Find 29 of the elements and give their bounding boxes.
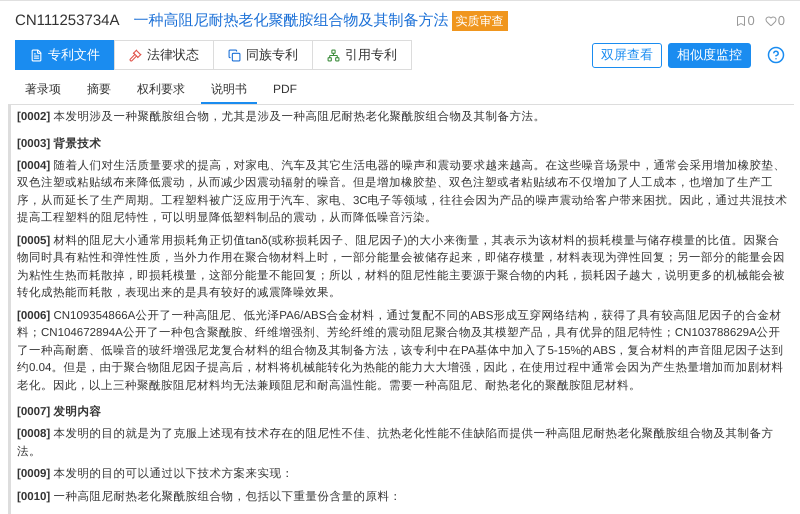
paragraph: [0006] CN109354866A公开了一种高阻尼、低光泽PA6/ABS合金材料，通过复配不同的ABS形成互穿网络结构，获得了具有较高阻尼因子的合金材料；CN104672894A公开了一种包含聚酰胺、纤维增强剂、芳纶纤维的震动阻尼聚合物及其模塑产品，具有优异的阻尼特性；CN103788629A公开了一种高耐磨、低噪音的玻纤增强尼龙复合材料的组合物及其制备方法，该专利中在PA基体中加入了5-15%的ABS，复合材料的声音阻尼因子达到约0.04。但是，由于聚合物阻尼因子提高后，材料将机械能转化为热能的能力大大增强，因此，在使用过程中通常会因为产生热量增加而加剧材料老化。因此，以上三种聚酰胺阻尼材料均无法兼顾阻尼和耐高温性能。需要一种高阻尼、耐热老化的聚酰胺阻尼材料。: [17, 308, 785, 394]
section-tab[interactable]: 著录项: [15, 76, 71, 104]
patent-title: 一种高阻尼耐热老化聚酰胺组合物及其制备方法: [134, 10, 449, 31]
paragraph: [0010] 一种高阻尼耐热老化聚酰胺组合物，包括以下重量份含量的原料：: [17, 489, 402, 504]
section-heading: [0007] 发明内容: [17, 404, 102, 420]
bookmark-count: 0: [748, 12, 755, 30]
section-tab[interactable]: PDF: [263, 76, 307, 104]
main-tab[interactable]: 引用专利: [312, 40, 412, 70]
paragraph: [0009] 本发明的目的可以通过以下技术方案来实现：: [17, 466, 294, 482]
document-icon: [30, 48, 43, 62]
bookmark-icon[interactable]: [734, 15, 747, 27]
heart-icon[interactable]: [764, 15, 777, 27]
hierarchy-icon: [327, 48, 340, 62]
patent-number: CN111253734A: [15, 10, 120, 31]
main-tab[interactable]: 法律状态: [114, 40, 214, 70]
paragraph: [0005] 材料的阻尼大小通常用损耗角正切值tanδ(或称损耗因子、阻尼因子)的大小来衡量，其表示为该材料的损耗模量与储存模量的比值。因聚合物同时具有粘性和弹性性质，当外力作用在聚合物材料上时，一部分能量会被储存起来，即储存模量，材料表现为弹性回复；另一部分的能量会因为粘性生热而耗散掉，即损耗模量，这部分能量不能回复；所以，材料的阻尼性能主要源于聚合物的内耗，损耗因子越大，说明更多的机械能会被转化成热能而耗散，表现出来的是具有较好的减震降噪效果。: [17, 233, 786, 301]
section-tab[interactable]: 权利要求: [127, 76, 195, 104]
section-heading: [0003] 背景技术: [17, 136, 102, 152]
paragraph: [0002] 本发明涉及一种聚酰胺组合物，尤其是涉及一种高阻尼耐热老化聚酰胺组合物及其制备方法。: [17, 109, 546, 125]
main-tab[interactable]: 同族专利: [213, 40, 313, 70]
paragraph: [0004] 随着人们对生活质量要求的提高，对家电、汽车及其它生活电器的噪声和震动要求越来越高。在这些噪音场景中，通常会采用增加橡胶垫、双色注塑或粘贴绒布来降低震动，从而减少因震动辐射的噪音。但是增加橡胶垫、双色注塑或者粘贴绒布不仅增加了人工成本，也增加了生产工序，从而延长了生产周期。工程塑料被广泛应用于汽车、家电、3C电子等领域，往往会因为产品的噪声震动给客户带来困扰。因此，通过共混技术提高工程塑料的阻尼特性，可以明显降低塑料制品的震动，从而降低噪音污染。: [17, 158, 789, 226]
section-tab[interactable]: 说明书: [201, 76, 257, 104]
copy-icon: [228, 48, 241, 62]
help-icon[interactable]: [767, 46, 785, 64]
like-count: 0: [778, 12, 785, 30]
gavel-icon: [129, 48, 142, 62]
paragraph: [0008] 本发明的目的就是为了克服上述现有技术存在的阻尼性不佳、抗热老化性能不佳缺陷而提供一种高阻尼耐热老化聚酰胺组合物及其制备方法。: [17, 426, 774, 460]
section-tab[interactable]: 摘要: [77, 76, 121, 104]
status-badge: 实质审查: [452, 11, 508, 31]
